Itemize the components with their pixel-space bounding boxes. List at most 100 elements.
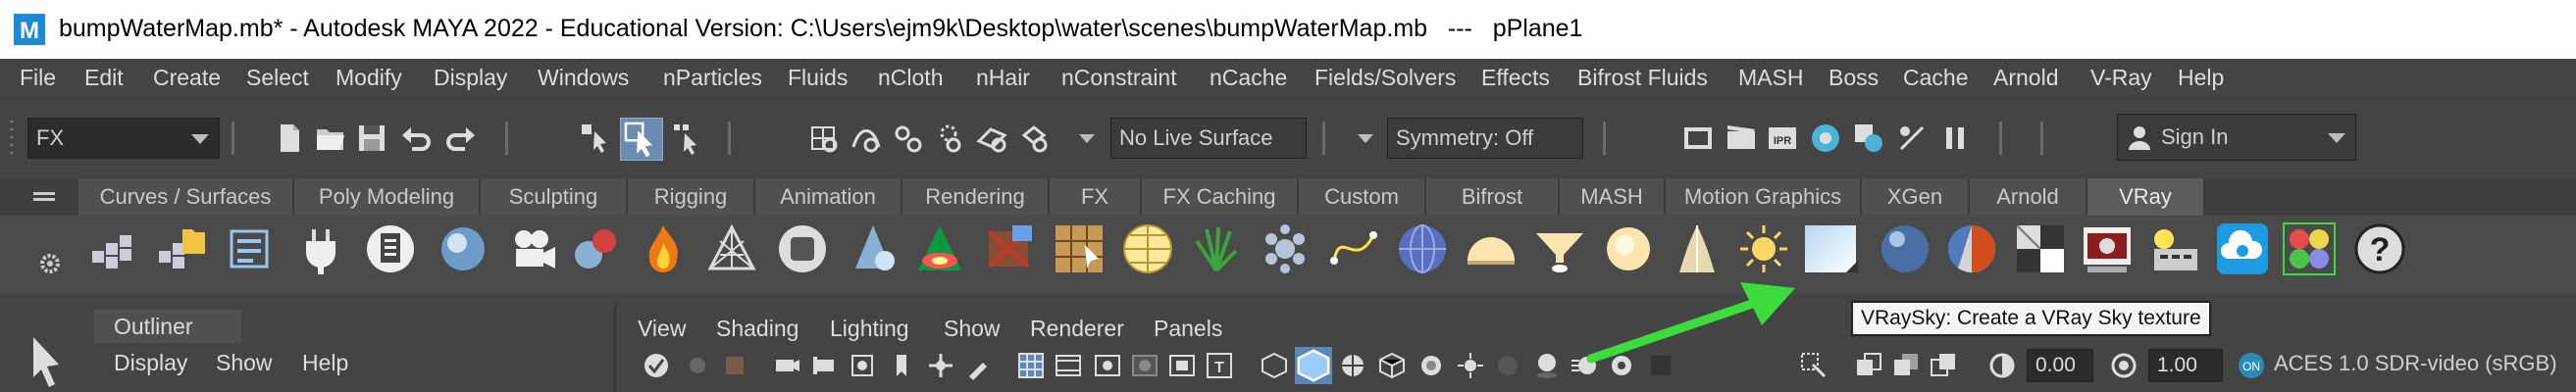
select-object-button[interactable] <box>620 118 663 161</box>
vray-ies-light-icon[interactable] <box>1670 221 1725 276</box>
shelf-tab-curves-surfaces[interactable]: Curves / Surfaces <box>78 178 294 216</box>
vray-fire-icon[interactable] <box>636 221 691 276</box>
use-all-lights-icon[interactable] <box>1417 351 1446 380</box>
wireframe-on-shaded-icon[interactable] <box>1338 351 1367 380</box>
live-surface-field[interactable]: No Live Surface <box>1110 118 1307 159</box>
vray-settings-icon[interactable] <box>222 221 277 276</box>
vray-cube-icon[interactable] <box>775 221 830 276</box>
select-camera-icon[interactable] <box>642 351 671 380</box>
menu-select[interactable]: Select <box>246 65 309 91</box>
color-management-icon[interactable]: ON <box>2237 351 2266 380</box>
render-sequence-icon[interactable] <box>1725 122 1758 155</box>
vray-cloud-icon[interactable] <box>2215 221 2270 276</box>
menu-boss[interactable]: Boss <box>1829 65 1879 91</box>
menu-modify[interactable]: Modify <box>335 65 402 91</box>
viewport-menu-shading[interactable]: Shading <box>716 316 799 342</box>
shelf-tab-custom[interactable]: Custom <box>1299 178 1426 216</box>
select-hierarchy-icon[interactable] <box>579 122 612 155</box>
textured-icon[interactable] <box>1377 351 1407 380</box>
camera-view-icon[interactable] <box>810 351 840 380</box>
render-frame-icon[interactable] <box>1681 122 1715 155</box>
vray-sphere-light-icon[interactable] <box>1601 221 1656 276</box>
color-space-label[interactable]: ACES 1.0 SDR-video (sRGB) <box>2274 351 2557 376</box>
gamma-icon[interactable] <box>2109 351 2138 380</box>
make-live-icon[interactable] <box>975 122 1008 155</box>
vray-checker-icon[interactable] <box>2013 221 2068 276</box>
vray-spot-light-icon[interactable] <box>1532 221 1587 276</box>
vray-help-icon[interactable]: ? <box>2352 221 2407 276</box>
vray-grass-icon[interactable] <box>1189 221 1244 276</box>
menu-nconstraint[interactable]: nConstraint <box>1061 65 1177 91</box>
menu-cache[interactable]: Cache <box>1903 65 1968 91</box>
shelf-tab-animation[interactable]: Animation <box>755 178 902 216</box>
vray-clipboard-icon[interactable] <box>363 221 418 276</box>
redo-icon[interactable] <box>443 122 477 155</box>
chevron-down-icon[interactable] <box>1075 123 1099 153</box>
vray-folder-icon[interactable] <box>153 221 208 276</box>
select-component-icon[interactable] <box>671 122 704 155</box>
ipr-render-icon[interactable]: IPR <box>1766 122 1799 155</box>
vray-plug-icon[interactable] <box>294 221 349 276</box>
grid-icon[interactable] <box>1016 351 1046 380</box>
vray-curve-icon[interactable] <box>1326 221 1381 276</box>
paint-brush-icon[interactable] <box>963 351 993 380</box>
resolution-gate-icon[interactable] <box>1093 351 1122 380</box>
wireframe-icon[interactable] <box>1260 351 1289 380</box>
shelf-tab-bifrost[interactable]: Bifrost <box>1426 178 1560 216</box>
toggle-editor-icon[interactable] <box>1895 122 1929 155</box>
save-scene-icon[interactable] <box>355 122 388 155</box>
outliner-title[interactable]: Outliner <box>114 314 193 340</box>
menu-arnold[interactable]: Arnold <box>1993 65 2058 91</box>
xray-icon[interactable] <box>1854 351 1883 380</box>
shelf-tab-xgen[interactable]: XGen <box>1862 178 1970 216</box>
vray-dome-light-icon[interactable] <box>1464 221 1519 276</box>
vray-fur-icon[interactable] <box>1258 221 1313 276</box>
vray-lights-icon[interactable] <box>86 221 141 276</box>
image-plane-icon[interactable] <box>773 351 802 380</box>
isolate-select-icon[interactable] <box>1799 351 1829 380</box>
sign-in-button[interactable]: Sign In <box>2117 114 2356 161</box>
shelf-tab-vray[interactable]: VRay <box>2087 178 2205 216</box>
undo-icon[interactable] <box>400 122 434 155</box>
snap-to-point-icon[interactable] <box>891 122 924 155</box>
vray-cone-icon[interactable] <box>846 221 901 276</box>
viewport-menu-renderer[interactable]: Renderer <box>1030 316 1124 342</box>
snap-to-projected-center-icon[interactable] <box>1018 122 1052 155</box>
vray-vfb-icon[interactable] <box>2080 221 2135 276</box>
field-chart-icon[interactable] <box>1167 351 1197 380</box>
vray-options-icon[interactable] <box>2146 221 2201 276</box>
lights-icon[interactable] <box>1456 351 1485 380</box>
grip-handle-icon[interactable] <box>8 118 16 162</box>
2d-pan-zoom-icon[interactable] <box>848 351 877 380</box>
viewport-menu-panels[interactable]: Panels <box>1154 316 1222 342</box>
camera-attributes-icon[interactable] <box>683 351 712 380</box>
select-tool-arrow-icon[interactable] <box>27 333 67 388</box>
menu-vray[interactable]: V-Ray <box>2090 65 2152 91</box>
menu-file[interactable]: File <box>20 65 56 91</box>
menu-help[interactable]: Help <box>2178 65 2224 91</box>
menu-edit[interactable]: Edit <box>84 65 124 91</box>
shadows-icon[interactable] <box>1493 351 1522 380</box>
menu-mash[interactable]: MASH <box>1738 65 1803 91</box>
vray-spheres-icon[interactable] <box>569 221 624 276</box>
shelf-tab-arnold[interactable]: Arnold <box>1970 178 2087 216</box>
menu-nparticles[interactable]: nParticles <box>663 65 762 91</box>
outliner-menu-help[interactable]: Help <box>302 350 348 376</box>
xray-joints-icon[interactable] <box>1929 351 1958 380</box>
outliner-menu-show[interactable]: Show <box>216 350 273 376</box>
film-gate-icon[interactable] <box>1054 351 1083 380</box>
menu-display[interactable]: Display <box>434 65 507 91</box>
vray-wall-icon[interactable] <box>983 221 1038 276</box>
snap-move-icon[interactable] <box>926 351 955 380</box>
menu-fields-solvers[interactable]: Fields/Solvers <box>1314 65 1456 91</box>
shelf-options-gear-icon[interactable] <box>39 253 61 279</box>
menu-create[interactable]: Create <box>153 65 221 91</box>
render-settings-icon[interactable] <box>1809 122 1842 155</box>
menu-windows[interactable]: Windows <box>538 65 629 91</box>
chevron-down-icon[interactable] <box>1354 123 1377 153</box>
menu-effects[interactable]: Effects <box>1481 65 1550 91</box>
snap-to-curve-icon[interactable] <box>850 122 883 155</box>
vray-proxy-icon[interactable] <box>1052 221 1107 276</box>
shelf-tab-motion-graphics[interactable]: Motion Graphics <box>1666 178 1862 216</box>
vray-camera-icon[interactable] <box>504 221 559 276</box>
